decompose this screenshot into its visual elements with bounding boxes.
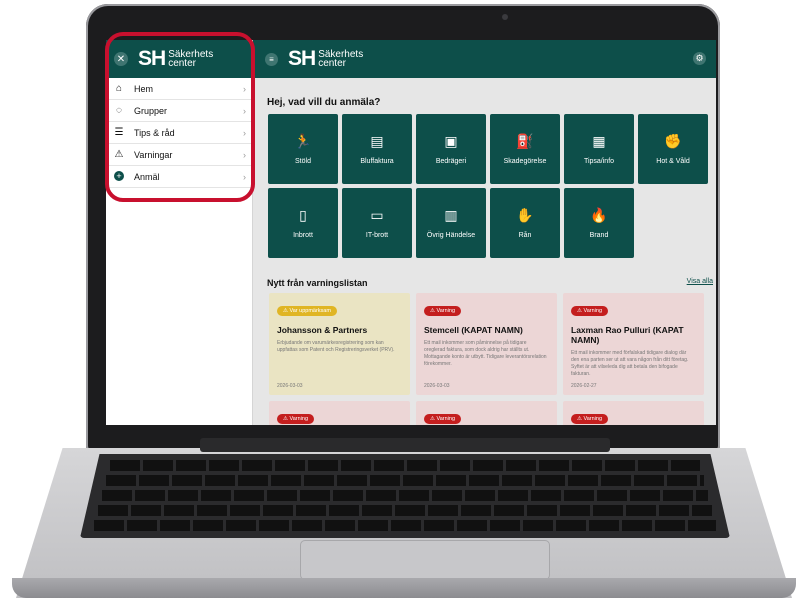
warning-card[interactable]: ⚠ Varning [416, 401, 557, 425]
warning-card[interactable]: ⚠ Varning [269, 401, 410, 425]
status-badge: ⚠ Varning [571, 414, 609, 424]
spray-can-icon: ⛽ [516, 133, 534, 149]
logo: SH Säkerhets center [288, 47, 364, 70]
warning-card[interactable]: ⚠ Varning [563, 401, 704, 425]
tile-bluffaktura[interactable]: ▤ Bluffaktura [342, 114, 412, 184]
status-badge: ⚠ Varning [571, 306, 609, 316]
tile-it-brott[interactable]: ▭ IT-brott [342, 188, 412, 258]
tile-stold[interactable]: 🏃 Stöld [268, 114, 338, 184]
status-badge: ⚠ Varning [424, 414, 462, 424]
warning-card[interactable]: ⚠ Varning Stemcell (KAPAT NAMN) Ett mail… [416, 293, 557, 395]
keyboard [80, 454, 730, 538]
violence-icon: ✊ [664, 133, 682, 149]
status-badge: ⚠ Varning [424, 306, 462, 316]
top-bar: ≡ SH Säkerhets center ⚙ [253, 40, 716, 78]
door-break-icon: ▯ [299, 207, 307, 223]
tile-ovrig-handelse[interactable]: ▥ Övrig Händelse [416, 188, 486, 258]
running-thief-icon: 🏃 [294, 133, 312, 149]
webcam [502, 14, 508, 20]
menu-icon[interactable]: ≡ [265, 52, 278, 66]
news-heading: Nytt från varningslistan [267, 278, 368, 288]
tile-hot-vald[interactable]: ✊ Hot & Våld [638, 114, 708, 184]
gear-icon[interactable]: ⚙ [693, 52, 706, 65]
tile-bedrageri[interactable]: ▣ Bedrägeri [416, 114, 486, 184]
page-title: Hej, vad vill du anmäla? [267, 97, 381, 108]
main-content: ≡ SH Säkerhets center ⚙ Hej, vad vill du… [253, 40, 716, 425]
status-badge: ⚠ Var uppmärksam [277, 306, 337, 316]
status-badge: ⚠ Varning [277, 414, 315, 424]
sidebar-highlight-outline [105, 32, 255, 202]
warning-card[interactable]: ⚠ Varning Laxman Rao Pulluri (KAPAT NAMN… [563, 293, 704, 395]
warning-card[interactable]: ⚠ Var uppmärksam Johansson & Partners Er… [269, 293, 410, 395]
tile-inbrott[interactable]: ▯ Inbrott [268, 188, 338, 258]
trackpad [300, 540, 550, 580]
laptop-hinge [200, 438, 610, 452]
info-board-icon: ▦ [592, 133, 606, 149]
robbery-icon: ✋ [516, 207, 534, 223]
tile-tipsa-info[interactable]: ▦ Tipsa/info [564, 114, 634, 184]
visa-alla-link[interactable]: Visa alla [687, 278, 713, 285]
laptop-front-edge [12, 578, 796, 598]
tile-ran[interactable]: ✋ Rån [490, 188, 560, 258]
warning-cards: ⚠ Var uppmärksam Johansson & Partners Er… [269, 293, 714, 425]
card-screen-icon: ▣ [444, 133, 458, 149]
invoice-icon: ▤ [370, 133, 384, 149]
tile-brand[interactable]: 🔥 Brand [564, 188, 634, 258]
computer-icon: ▭ [370, 207, 384, 223]
event-board-icon: ▥ [444, 207, 458, 223]
fire-icon: 🔥 [590, 207, 608, 223]
tile-skadegorelse[interactable]: ⛽ Skadegörelse [490, 114, 560, 184]
report-tiles: 🏃 Stöld ▤ Bluffaktura ▣ Bedrägeri ⛽ Skadegör… [268, 114, 713, 258]
